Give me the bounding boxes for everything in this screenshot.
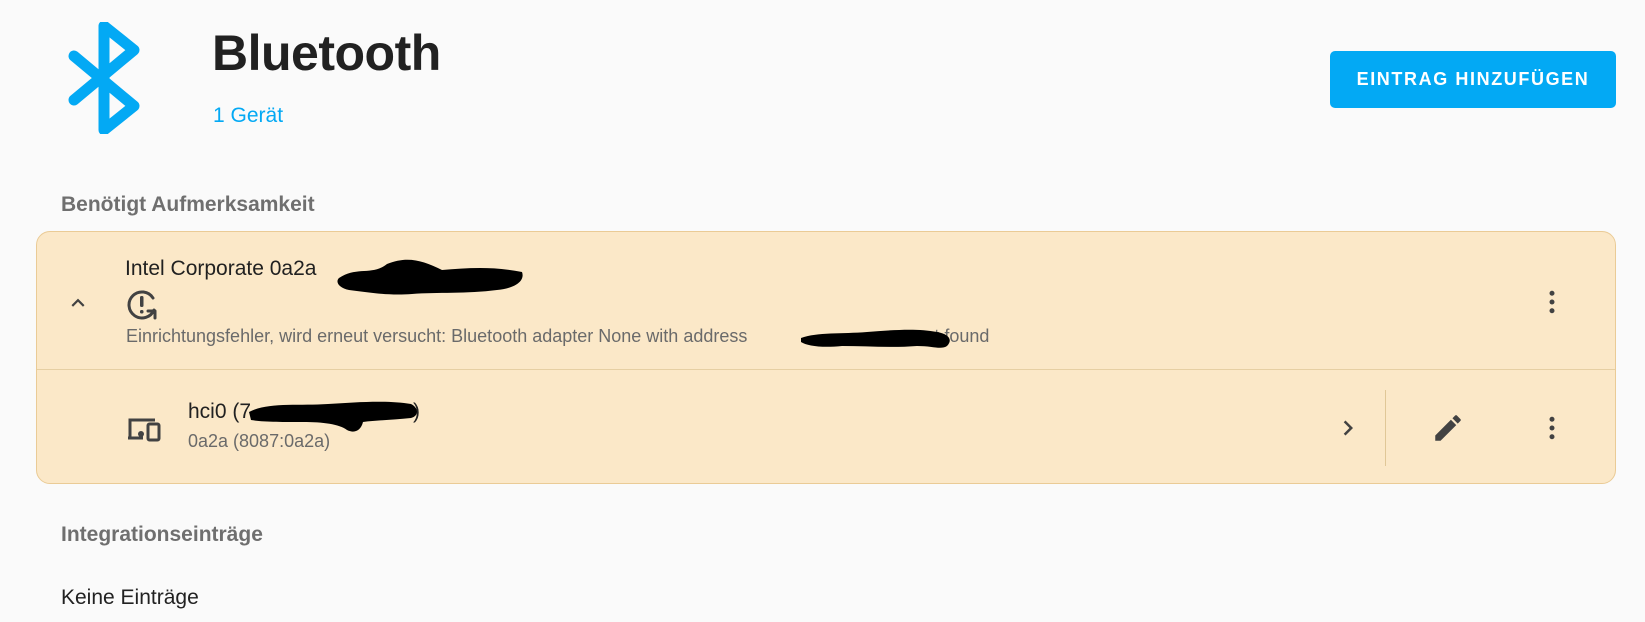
bluetooth-icon <box>68 22 140 134</box>
error-text-prefix: Einrichtungsfehler, wird erneut versucht… <box>126 326 753 346</box>
add-entry-button[interactable]: EINTRAG HINZUFÜGEN <box>1330 51 1616 108</box>
attention-section-heading: Benötigt Aufmerksamkeit <box>61 193 315 216</box>
chevron-up-icon[interactable] <box>65 290 91 316</box>
chevron-right-icon[interactable] <box>1333 413 1363 443</box>
entry-title: Intel Corporate 0a2a <box>125 257 317 280</box>
retry-error-icon <box>127 290 157 320</box>
empty-entries-text: Keine Einträge <box>61 586 199 609</box>
pencil-icon[interactable] <box>1431 411 1465 445</box>
more-vertical-icon[interactable] <box>1537 287 1567 317</box>
redaction-mark <box>249 401 417 432</box>
card-divider <box>37 369 1615 370</box>
device-count-link[interactable]: 1 Gerät <box>213 104 283 128</box>
redaction-mark <box>337 259 523 295</box>
integration-entries-heading: Integrationseinträge <box>61 523 263 546</box>
device-subtitle: 0a2a (8087:0a2a) <box>188 431 331 451</box>
device-name-prefix: hci0 (7 <box>188 400 252 423</box>
attention-entry-card: Intel Corporate 0a2a Einrichtungsfehler,… <box>36 231 1616 484</box>
redaction-mark <box>801 329 950 348</box>
devices-icon <box>128 418 161 442</box>
page-title: Bluetooth <box>212 25 441 81</box>
bluetooth-integration-page: Bluetooth 1 Gerät EINTRAG HINZUFÜGEN Ben… <box>0 0 1645 622</box>
more-vertical-icon[interactable] <box>1537 413 1567 443</box>
vertical-divider <box>1385 390 1386 466</box>
